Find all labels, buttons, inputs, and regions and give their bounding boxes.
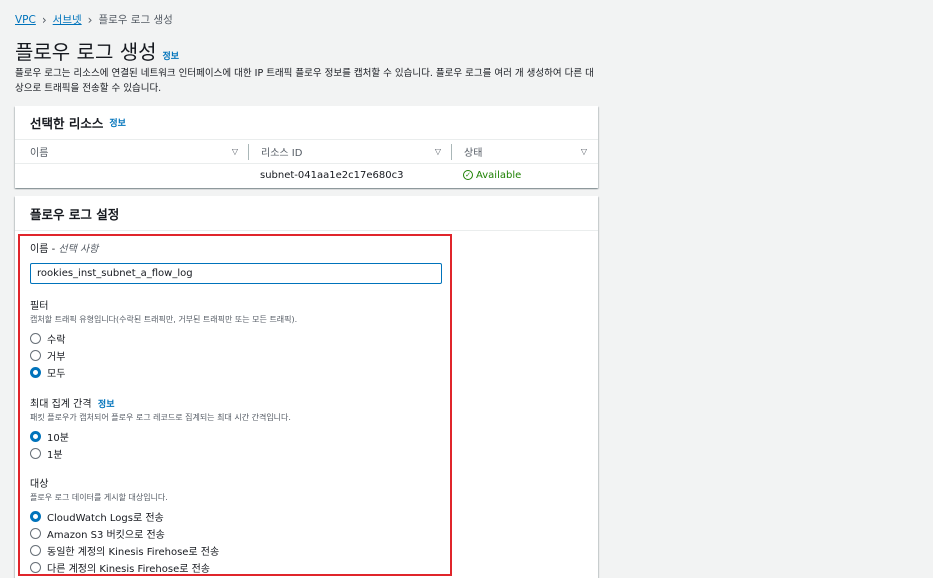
radio-label: 모두 [47,369,66,380]
radio-button[interactable] [30,333,41,344]
radio-label: Amazon S3 버킷으로 전송 [47,530,165,541]
chevron-right-icon: › [87,12,93,27]
column-label: 리소스 ID [261,148,303,159]
name-label: 이름 - 선택 사항 [30,240,442,255]
page-info-link[interactable]: 정보 [163,49,180,62]
destination-label: 대상 [30,479,49,490]
radio-button[interactable] [30,448,41,459]
column-label: 이름 [30,148,49,159]
breadcrumb-subnets-link[interactable]: 서브넷 [53,12,82,27]
filter-description: 캡처할 트래픽 유형입니다(수락된 트래픽만, 거부된 트래픽만 또는 모든 트… [30,315,298,324]
radio-label: 동일한 계정의 Kinesis Firehose로 전송 [47,547,220,558]
destination-radio-group: CloudWatch Logs로 전송 Amazon S3 버킷으로 전송 동일… [30,508,219,576]
name-label-text: 이름 - [30,244,59,255]
table-header: 이름 ▽ 리소스 ID ▽ 상태 ▽ [15,140,598,164]
column-header-status[interactable]: 상태 ▽ [451,143,597,160]
name-input[interactable] [30,263,442,284]
selected-resources-panel: 선택한 리소스 정보 이름 ▽ 리소스 ID ▽ 상태 ▽ subnet-041… [15,106,598,188]
radio-label: 거부 [47,352,66,363]
breadcrumb-current: 플로우 로그 생성 [98,14,173,26]
radio-label: 다른 계정의 Kinesis Firehose로 전송 [47,564,211,575]
interval-radio-group: 10분 1분 [30,428,291,462]
breadcrumb: VPC › 서브넷 › 플로우 로그 생성 [15,12,173,27]
page-header: 플로우 로그 생성 정보 [15,36,179,65]
interval-label: 최대 집계 간격 정보 [30,395,291,410]
panel-header: 플로우 로그 설정 [15,196,598,231]
filter-option-all[interactable]: 모두 [30,364,297,381]
radio-label: 1분 [47,450,63,461]
interval-label-text: 최대 집계 간격 [30,399,92,410]
filter-radio-group: 수락 거부 모두 [30,330,297,381]
destination-description: 플로우 로그 데이터를 게시할 대상입니다. [30,493,168,502]
radio-button-selected[interactable] [30,431,41,442]
destination-field-group: 대상 플로우 로그 데이터를 게시할 대상입니다. CloudWatch Log… [30,475,219,576]
interval-info-link[interactable]: 정보 [98,400,115,410]
interval-description: 패킷 플로우가 캡처되어 플로우 로그 레코드로 집계되는 최대 시간 간격입니… [30,413,291,422]
destination-option-firehose-other[interactable]: 다른 계정의 Kinesis Firehose로 전송 [30,559,219,576]
destination-option-firehose-same[interactable]: 동일한 계정의 Kinesis Firehose로 전송 [30,542,219,559]
radio-button[interactable] [30,545,41,556]
filter-field-group: 필터 캡처할 트래픽 유형입니다(수락된 트래픽만, 거부된 트래픽만 또는 모… [30,297,297,381]
page-description: 플로우 로그는 리소스에 연결된 네트워크 인터페이스에 대한 IP 트래픽 플… [15,68,594,94]
chevron-right-icon: › [41,12,47,27]
table-row: subnet-041aa1e2c17e680c3 ✓ Available [15,164,598,186]
status-text: Available [476,169,522,181]
panel-title: 플로우 로그 설정 [30,206,120,222]
radio-button[interactable] [30,528,41,539]
name-field-group: 이름 - 선택 사항 [30,240,442,284]
interval-option-1min[interactable]: 1분 [30,445,291,462]
sort-down-icon[interactable]: ▽ [435,147,441,156]
sort-down-icon[interactable]: ▽ [581,147,587,156]
filter-label: 필터 [30,301,49,312]
radio-label: 10분 [47,433,69,444]
filter-option-accept[interactable]: 수락 [30,330,297,347]
column-header-resource-id[interactable]: 리소스 ID ▽ [248,143,451,160]
radio-label: CloudWatch Logs로 전송 [47,513,164,524]
radio-label: 수락 [47,335,66,346]
radio-button-selected[interactable] [30,367,41,378]
panel-header: 선택한 리소스 정보 [15,106,598,140]
filter-option-reject[interactable]: 거부 [30,347,297,364]
radio-button[interactable] [30,562,41,573]
destination-option-cloudwatch[interactable]: CloudWatch Logs로 전송 [30,508,219,525]
column-header-name[interactable]: 이름 ▽ [15,140,248,163]
breadcrumb-vpc-link[interactable]: VPC [15,14,36,26]
destination-option-s3[interactable]: Amazon S3 버킷으로 전송 [30,525,219,542]
cell-resource-id: subnet-041aa1e2c17e680c3 [260,169,404,181]
resources-info-link[interactable]: 정보 [109,116,126,129]
interval-option-10min[interactable]: 10분 [30,428,291,445]
status-badge: ✓ Available [463,170,521,181]
interval-field-group: 최대 집계 간격 정보 패킷 플로우가 캡처되어 플로우 로그 레코드로 집계되… [30,395,291,462]
page-title: 플로우 로그 생성 [15,40,157,64]
panel-title: 선택한 리소스 [30,116,104,131]
radio-button[interactable] [30,350,41,361]
sort-down-icon[interactable]: ▽ [232,147,238,156]
check-circle-icon: ✓ [463,170,473,180]
optional-label: 선택 사항 [58,244,99,255]
column-label: 상태 [464,148,483,159]
radio-button-selected[interactable] [30,511,41,522]
